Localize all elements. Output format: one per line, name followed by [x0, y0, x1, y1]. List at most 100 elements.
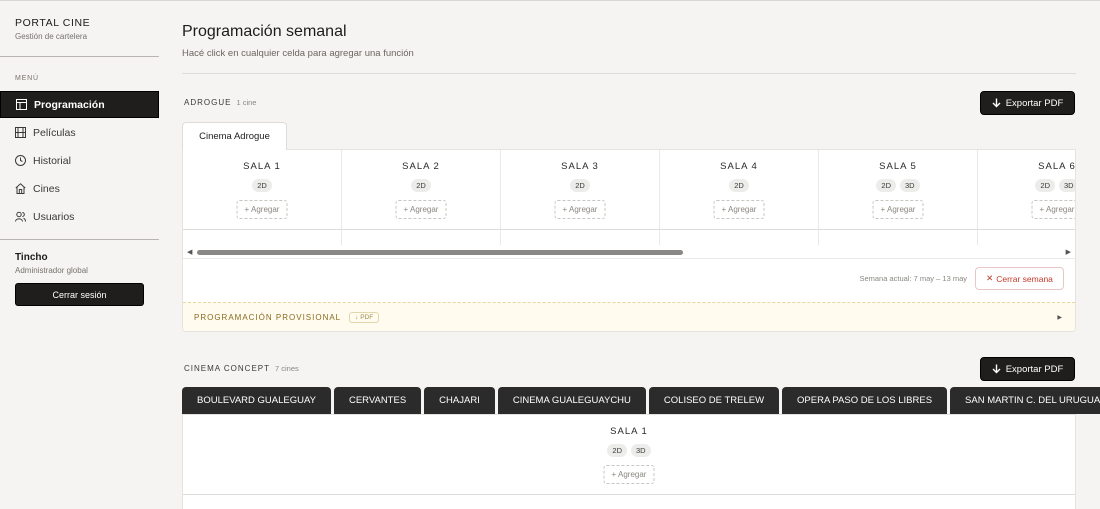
sidebar-item-peliculas[interactable]: Películas — [0, 119, 159, 146]
sidebar-item-cines[interactable]: Cines — [0, 175, 159, 202]
sidebar-item-label: Películas — [33, 126, 76, 139]
cinema-tabs: BOULEVARD GUALEGUAY CERVANTES CHAJARI CI… — [182, 387, 1100, 414]
add-function-button[interactable]: + Agregar — [1031, 200, 1075, 219]
tab-cinema[interactable]: COLISEO DE TRELEW — [648, 387, 780, 414]
tab-cinema[interactable]: SAN MARTIN C. DEL URUGUAY — [950, 387, 1100, 414]
row-divider — [183, 494, 1075, 495]
export-pdf-label: Exportar PDF — [1005, 363, 1064, 375]
tab-cinema-adrogue[interactable]: Cinema Adrogue — [182, 122, 287, 150]
sala-title: SALA 1 — [610, 426, 648, 437]
tab-cinema[interactable]: BOULEVARD GUALEGUAY — [182, 387, 331, 414]
add-function-button[interactable]: + Agregar — [872, 200, 924, 219]
schedule-panel: SALA 1 2D + Agregar SALA 2 2D + Agregar … — [182, 149, 1076, 332]
sala-formats: 2D 3D — [819, 179, 977, 192]
page-subtitle: Hacé click en cualquier celda para agreg… — [182, 48, 414, 59]
schedule-panel: SALA 1 2D 3D + Agregar — [182, 414, 1076, 509]
sidebar: PORTAL CINE Gestión de cartelera MENÚ Pr… — [0, 1, 159, 509]
sala-title: SALA 1 — [243, 161, 281, 172]
add-function-button[interactable]: + Agregar — [236, 200, 288, 219]
add-function-button[interactable]: + Agregar — [603, 465, 655, 484]
close-icon: ✕ — [986, 273, 994, 283]
tab-cinema[interactable]: OPERA PASO DE LOS LIBRES — [782, 387, 948, 414]
sidebar-divider — [0, 239, 159, 240]
logout-button[interactable]: Cerrar sesión — [15, 283, 144, 306]
sala-column: SALA 4 2D + Agregar — [660, 150, 819, 245]
sidebar-item-label: Cines — [33, 182, 60, 195]
format-badge: 2D — [411, 179, 431, 192]
main-content: Programación semanal Hacé click en cualq… — [182, 1, 1100, 509]
sala-column: SALA 1 2D + Agregar — [183, 150, 342, 245]
sala-column: SALA 3 2D + Agregar — [501, 150, 660, 245]
format-badge: 3D — [900, 179, 920, 192]
sidebar-item-label: Historial — [33, 154, 71, 167]
section-title: CINEMA CONCEPT 7 cines — [184, 364, 299, 373]
home-icon — [15, 183, 26, 194]
sala-formats: 2D — [660, 179, 818, 192]
row-divider — [183, 229, 1075, 230]
calendar-grid-icon — [16, 99, 27, 110]
sala-title: SALA 4 — [720, 161, 758, 172]
sidebar-divider — [0, 56, 159, 57]
add-function-button[interactable]: + Agregar — [554, 200, 606, 219]
format-badge: 2D — [729, 179, 749, 192]
expand-arrow-icon[interactable]: ▶ — [1057, 314, 1062, 321]
section-name: CINEMA CONCEPT — [184, 364, 271, 373]
sala-formats: 2D — [183, 179, 341, 192]
sala-title: SALA 2 — [402, 161, 440, 172]
tab-cinema[interactable]: CHAJARI — [424, 387, 495, 414]
clock-icon — [15, 155, 26, 166]
section-count: 7 cines — [275, 364, 299, 373]
format-badge: 3D — [1059, 179, 1075, 192]
film-icon — [15, 127, 26, 138]
format-badge: 3D — [631, 444, 651, 457]
scroll-right-icon[interactable]: ▶ — [1066, 248, 1071, 256]
close-week-button[interactable]: ✕ Cerrar semana — [975, 267, 1064, 290]
add-function-button[interactable]: + Agregar — [395, 200, 447, 219]
add-function-button[interactable]: + Agregar — [713, 200, 765, 219]
provisional-pdf-label: PDF — [360, 314, 374, 321]
format-badge: 2D — [252, 179, 272, 192]
page-title: Programación semanal — [182, 23, 347, 40]
sidebar-item-usuarios[interactable]: Usuarios — [0, 203, 159, 230]
menu-label: MENÚ — [15, 75, 39, 82]
sidebar-item-label: Programación — [34, 98, 105, 111]
sala-column: SALA 2 2D + Agregar — [342, 150, 501, 245]
sala-formats: 2D 3D — [183, 444, 1075, 457]
brand-name: PORTAL CINE — [15, 17, 91, 29]
close-week-label: Cerrar semana — [996, 273, 1053, 284]
brand-subtitle: Gestión de cartelera — [15, 32, 88, 41]
format-badge: 2D — [1035, 179, 1055, 192]
sala-columns: SALA 1 2D + Agregar SALA 2 2D + Agregar … — [183, 150, 1075, 245]
provisional-pdf-button[interactable]: ↓ PDF — [349, 312, 380, 323]
download-icon — [992, 364, 1001, 374]
users-icon — [15, 211, 26, 222]
tab-cinema[interactable]: CERVANTES — [333, 387, 422, 414]
format-badge: 2D — [876, 179, 896, 192]
export-pdf-button[interactable]: Exportar PDF — [980, 91, 1075, 115]
horizontal-scrollbar[interactable]: ◀ ▶ — [183, 246, 1075, 258]
user-role: Administrador global — [15, 266, 88, 275]
scrollbar-thumb[interactable] — [197, 250, 683, 255]
sala-title: SALA 3 — [561, 161, 599, 172]
download-icon — [992, 98, 1001, 108]
sala-formats: 2D — [501, 179, 659, 192]
sidebar-item-label: Usuarios — [33, 210, 75, 223]
sidebar-item-programacion[interactable]: Programación — [0, 91, 159, 118]
sidebar-item-historial[interactable]: Historial — [0, 147, 159, 174]
panel-divider — [183, 258, 1075, 259]
format-badge: 2D — [607, 444, 627, 457]
sala-formats: 2D 3D — [978, 179, 1075, 192]
section-name: ADROGUE — [184, 98, 232, 107]
export-pdf-label: Exportar PDF — [1005, 97, 1064, 109]
tab-cinema[interactable]: CINEMA GUALEGUAYCHU — [497, 387, 646, 414]
week-text: Semana actual: 7 may – 13 may — [859, 274, 967, 283]
sala-column: SALA 6 2D 3D + Agregar — [978, 150, 1075, 245]
provisional-schedule-row[interactable]: PROGRAMACIÓN PROVISIONAL ↓ PDF ▶ — [183, 302, 1075, 331]
header-divider — [182, 73, 1076, 74]
sala-title: SALA 5 — [879, 161, 917, 172]
scroll-left-icon[interactable]: ◀ — [187, 248, 192, 256]
sala-column: SALA 5 2D 3D + Agregar — [819, 150, 978, 245]
brand: PORTAL CINE Gestión de cartelera — [15, 17, 90, 41]
format-badge: 2D — [570, 179, 590, 192]
export-pdf-button[interactable]: Exportar PDF — [980, 357, 1075, 381]
